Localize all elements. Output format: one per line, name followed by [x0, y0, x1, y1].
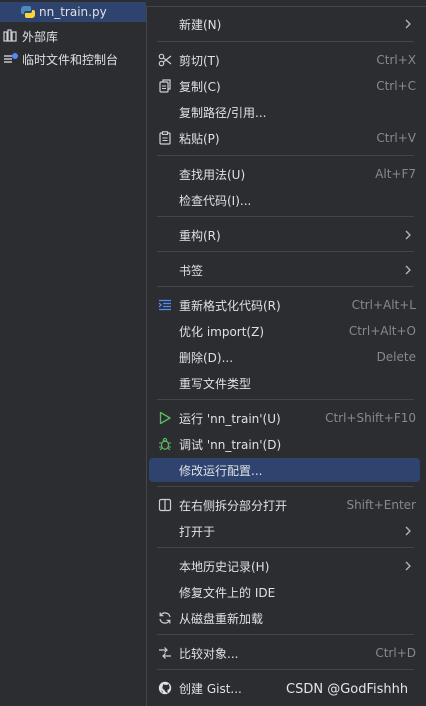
tree-label: 外部库	[22, 29, 59, 44]
menu-label: 新建(N)	[179, 17, 222, 32]
menu-label: 打开于	[179, 524, 216, 539]
menu-item-run[interactable]: 运行 'nn_train'(U) Ctrl+Shift+F10	[149, 406, 420, 430]
menu-item-inspect-code[interactable]: 检查代码(I)...	[149, 188, 420, 212]
watermark: CSDN @GodFishhh	[286, 682, 409, 697]
menu-shortcut: Alt+F7	[375, 167, 416, 181]
menu-shortcut: Ctrl+C	[376, 79, 416, 93]
menu-item-optimize-imports[interactable]: 优化 import(Z) Ctrl+Alt+O	[149, 319, 420, 343]
scratches-icon	[3, 52, 19, 66]
menu-shortcut: Ctrl+D	[375, 646, 416, 660]
reload-icon	[158, 611, 172, 625]
chevron-right-icon	[402, 525, 414, 537]
menu-item-delete[interactable]: 删除(D)... Delete	[149, 345, 420, 369]
context-menu: 新建(N) 剪切(T) Ctrl+X 复制(C) Ctrl+C 复制路径/引用.…	[146, 6, 426, 706]
menu-label: 重构(R)	[179, 228, 221, 243]
menu-item-open-right-split[interactable]: 在右侧拆分部分打开 Shift+Enter	[149, 493, 420, 517]
menu-shortcut: Ctrl+X	[376, 53, 416, 67]
menu-label: 修复文件上的 IDE	[179, 585, 276, 600]
split-icon	[158, 498, 172, 512]
library-icon	[3, 29, 19, 43]
menu-label: 修改运行配置...	[179, 463, 263, 478]
menu-label: 从磁盘重新加载	[179, 611, 264, 626]
menu-label: 删除(D)...	[179, 350, 234, 365]
menu-item-local-history[interactable]: 本地历史记录(H)	[149, 554, 420, 578]
chevron-right-icon	[402, 560, 414, 572]
menu-label: 查找用法(U)	[179, 167, 246, 182]
menu-label: 复制路径/引用...	[179, 105, 267, 120]
menu-separator	[157, 547, 414, 548]
menu-separator	[157, 251, 414, 252]
menu-separator	[157, 216, 414, 217]
menu-label: 复制(C)	[179, 79, 221, 94]
menu-label: 本地历史记录(H)	[179, 559, 270, 574]
file-name: nn_train.py	[39, 5, 107, 19]
menu-item-debug[interactable]: 调试 'nn_train'(D)	[149, 432, 420, 456]
debug-icon	[158, 437, 172, 451]
menu-label: 创建 Gist...	[179, 681, 242, 696]
menu-item-copy[interactable]: 复制(C) Ctrl+C	[149, 74, 420, 98]
menu-separator	[157, 486, 414, 487]
run-icon	[158, 411, 172, 425]
copy-icon	[158, 79, 172, 93]
compare-icon	[158, 646, 172, 660]
menu-label: 剪切(T)	[179, 53, 220, 68]
menu-label: 比较对象...	[179, 646, 239, 661]
menu-item-bookmarks[interactable]: 书签	[149, 258, 420, 282]
menu-label: 重新格式化代码(R)	[179, 298, 281, 313]
menu-shortcut: Delete	[376, 350, 416, 364]
menu-label: 在右侧拆分部分打开	[179, 498, 288, 513]
python-file-icon	[20, 5, 36, 19]
menu-separator	[157, 634, 414, 635]
paste-icon	[158, 131, 172, 145]
menu-item-new[interactable]: 新建(N)	[149, 12, 420, 36]
menu-item-find-usages[interactable]: 查找用法(U) Alt+F7	[149, 162, 420, 186]
menu-label: 优化 import(Z)	[179, 324, 265, 339]
menu-item-compare-with[interactable]: 比较对象... Ctrl+D	[149, 641, 420, 665]
menu-shortcut: Shift+Enter	[346, 498, 416, 512]
menu-separator	[157, 41, 414, 42]
menu-separator	[157, 669, 414, 670]
reformat-icon	[158, 298, 172, 312]
menu-item-override-file-type[interactable]: 重写文件类型	[149, 371, 420, 395]
github-icon	[158, 681, 172, 695]
menu-item-cut[interactable]: 剪切(T) Ctrl+X	[149, 48, 420, 72]
tree-item-scratches[interactable]: 临时文件和控制台	[0, 49, 118, 69]
tree-item-nn-train[interactable]: nn_train.py	[0, 2, 146, 22]
menu-separator	[157, 155, 414, 156]
menu-label: 检查代码(I)...	[179, 193, 252, 208]
menu-separator	[157, 286, 414, 287]
menu-item-paste[interactable]: 粘贴(P) Ctrl+V	[149, 126, 420, 150]
menu-label: 书签	[179, 263, 204, 278]
tree-item-external-libraries[interactable]: 外部库	[0, 26, 58, 46]
menu-item-copy-path[interactable]: 复制路径/引用...	[149, 100, 420, 124]
menu-item-refactor[interactable]: 重构(R)	[149, 223, 420, 247]
menu-item-modify-run-config[interactable]: 修改运行配置...	[149, 458, 420, 482]
menu-separator	[157, 399, 414, 400]
chevron-right-icon	[402, 264, 414, 276]
scissors-icon	[158, 53, 172, 67]
menu-shortcut: Ctrl+V	[376, 131, 416, 145]
menu-label: 运行 'nn_train'(U)	[179, 411, 281, 426]
menu-item-reformat-code[interactable]: 重新格式化代码(R) Ctrl+Alt+L	[149, 293, 420, 317]
menu-shortcut: Ctrl+Alt+O	[348, 324, 416, 338]
chevron-right-icon	[402, 229, 414, 241]
menu-item-repair-ide[interactable]: 修复文件上的 IDE	[149, 580, 420, 604]
menu-item-open-in[interactable]: 打开于	[149, 519, 420, 543]
menu-label: 重写文件类型	[179, 376, 252, 391]
project-tree: nn_train.py 外部库 临时文件和控制台	[0, 0, 146, 706]
menu-shortcut: Ctrl+Alt+L	[351, 298, 416, 312]
menu-shortcut: Ctrl+Shift+F10	[325, 411, 416, 425]
chevron-right-icon	[402, 18, 414, 30]
menu-label: 粘贴(P)	[179, 131, 220, 146]
menu-label: 调试 'nn_train'(D)	[179, 437, 282, 452]
menu-item-reload-from-disk[interactable]: 从磁盘重新加载	[149, 606, 420, 630]
tree-label: 临时文件和控制台	[22, 52, 119, 67]
